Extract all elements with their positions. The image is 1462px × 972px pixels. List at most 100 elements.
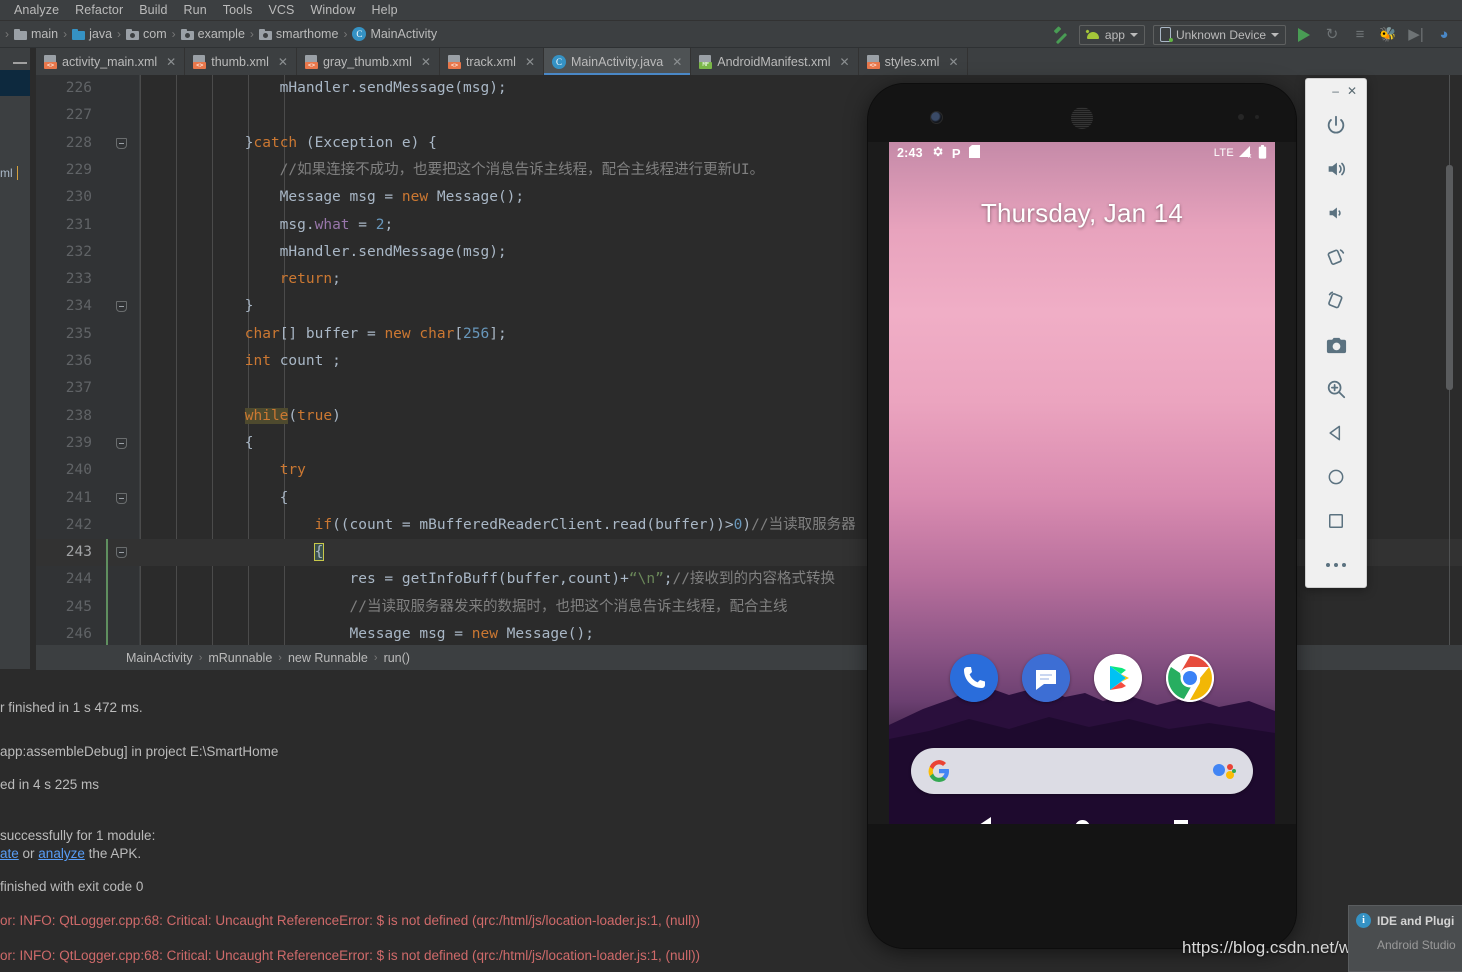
breadcrumb-item-mainactivity[interactable]: C MainActivity (350, 27, 439, 41)
camera-icon[interactable] (1314, 323, 1358, 367)
volume-up-button[interactable] (1314, 147, 1358, 191)
device-selector[interactable]: Unknown Device (1152, 24, 1286, 45)
magnifier-icon[interactable] (1314, 367, 1358, 411)
svg-text:x: x (1248, 153, 1252, 158)
fold-marker[interactable] (116, 437, 127, 449)
hammer-icon[interactable] (1053, 26, 1071, 44)
code-token: char (419, 325, 455, 342)
close-icon[interactable]: ✕ (421, 55, 431, 69)
menu-item-analyze[interactable]: Analyze (6, 1, 67, 19)
home-date-widget[interactable]: Thursday, Jan 14 (889, 198, 1275, 229)
tab-activity-main-xml[interactable]: activity_main.xml ✕ (36, 48, 186, 75)
debug-icon[interactable]: 🐝 (1378, 25, 1398, 45)
line-number-gutter[interactable]: 226 227 228 229 230 231 232 233 234 235 236 237 238 2… (36, 75, 102, 645)
java-class-icon: C (552, 54, 567, 69)
tab-thumb-xml[interactable]: thumb.xml ✕ (185, 48, 297, 75)
close-icon[interactable]: ✕ (166, 55, 176, 69)
module-selector[interactable]: app (1078, 24, 1145, 45)
google-search-bar[interactable] (911, 748, 1253, 794)
close-icon[interactable]: ✕ (1347, 85, 1357, 97)
square-icon[interactable] (1314, 499, 1358, 543)
breadcrumb-item-main[interactable]: main (12, 27, 60, 41)
rerun-icon[interactable]: ↻ (1322, 25, 1342, 45)
profiler-icon[interactable]: ◕ (1434, 25, 1454, 45)
close-icon[interactable]: ✕ (525, 55, 535, 69)
breadcrumb-label: java (89, 27, 113, 41)
breadcrumb-item-example[interactable]: example (179, 27, 247, 41)
power-button[interactable] (1314, 103, 1358, 147)
google-assistant-icon[interactable] (1211, 760, 1237, 782)
sdcard-icon (968, 145, 980, 161)
tab-mainactivity-java[interactable]: C MainActivity.java ✕ (544, 48, 692, 75)
fold-marker[interactable] (116, 301, 127, 313)
menu-item-tools[interactable]: Tools (215, 1, 261, 19)
menu-item-build[interactable]: Build (131, 1, 175, 19)
breadcrumb-label: com (143, 27, 167, 41)
left-tool-window-clipped[interactable]: ml (0, 48, 30, 669)
menu-item-run[interactable]: Run (176, 1, 215, 19)
breadcrumb-item-smarthome[interactable]: smarthome (257, 27, 341, 41)
play-store-app-icon[interactable] (1094, 654, 1142, 702)
close-icon[interactable]: ✕ (278, 55, 288, 69)
front-camera-icon (930, 111, 943, 124)
code-token: = (349, 216, 376, 233)
phone-app-icon[interactable] (950, 654, 998, 702)
tab-gray-thumb-xml[interactable]: gray_thumb.xml ✕ (297, 48, 440, 75)
menu-item-help[interactable]: Help (364, 1, 406, 19)
close-icon[interactable]: ✕ (672, 55, 682, 69)
circle-icon[interactable] (1314, 455, 1358, 499)
rotate-left-button[interactable] (1314, 235, 1358, 279)
line-number: 238 (65, 407, 92, 424)
stop-icon[interactable]: ≡ (1350, 25, 1370, 45)
fold-marker[interactable] (116, 137, 127, 149)
back-button[interactable] (976, 817, 991, 824)
menu-item-refactor[interactable]: Refactor (67, 1, 131, 19)
collapse-all-button[interactable] (8, 52, 32, 74)
editor-breadcrumb-item[interactable]: MainActivity (126, 651, 193, 665)
chevron-down-icon (1271, 32, 1279, 37)
emulator-window[interactable]: 2:43 P LTE x Thursday, Jan 14 (868, 84, 1296, 948)
code-token: { (140, 434, 254, 451)
editor-breadcrumb-item[interactable]: run() (384, 651, 410, 665)
messages-app-icon[interactable] (1022, 654, 1070, 702)
emulator-screen[interactable]: 2:43 P LTE x Thursday, Jan 14 (889, 142, 1275, 824)
code-token: mHandler.sendMessage(msg); (140, 243, 507, 260)
tab-label: styles.xml (884, 54, 940, 69)
menu-item-window[interactable]: Window (302, 1, 363, 19)
breadcrumb-item-com[interactable]: com (124, 27, 169, 41)
folder-source-icon (126, 28, 140, 40)
code-token: ) (742, 516, 752, 533)
breadcrumb-separator: › (278, 651, 282, 664)
editor-breadcrumb-item[interactable]: mRunnable (208, 651, 272, 665)
ellipsis-icon[interactable] (1314, 543, 1358, 587)
analyze-link[interactable]: analyze (38, 846, 85, 861)
chrome-app-icon[interactable] (1166, 654, 1214, 702)
run-icon[interactable] (1294, 25, 1314, 45)
menu-item-vcs[interactable]: VCS (260, 1, 302, 19)
minimize-icon[interactable]: – (1332, 85, 1339, 97)
breadcrumb-label: example (197, 27, 245, 41)
breadcrumb-item-java[interactable]: java (70, 27, 114, 41)
menu-bar: Analyze Refactor Build Run Tools VCS Win… (0, 0, 1462, 21)
close-icon[interactable]: ✕ (948, 55, 958, 69)
folder-source-icon (258, 28, 272, 40)
triangle-left-icon[interactable] (1314, 411, 1358, 455)
fold-marker[interactable] (116, 492, 127, 504)
close-icon[interactable]: ✕ (840, 55, 850, 69)
rotate-right-button[interactable] (1314, 279, 1358, 323)
navigation-bar: › main › java › com › example › smarthom… (0, 21, 1462, 48)
attach-debugger-icon[interactable]: ▶| (1406, 25, 1426, 45)
editor-breadcrumb-item[interactable]: new Runnable (288, 651, 368, 665)
code-token: res = getInfoBuff(buffer,count)+ (140, 571, 629, 588)
ide-notification-popup[interactable]: i IDE and Plugi Android Studio (1348, 905, 1462, 972)
fold-marker[interactable] (116, 547, 127, 559)
volume-down-button[interactable] (1314, 191, 1358, 235)
console-line: r finished in 1 s 472 ms. (0, 700, 143, 715)
breadcrumb-separator: › (63, 27, 68, 41)
editor-scrollbar-thumb[interactable] (1446, 165, 1453, 390)
tab-androidmanifest-xml[interactable]: AndroidManifest.xml ✕ (691, 48, 859, 75)
tab-track-xml[interactable]: track.xml ✕ (440, 48, 545, 75)
tab-styles-xml[interactable]: styles.xml ✕ (859, 48, 968, 75)
locate-link[interactable]: ate (0, 846, 19, 861)
